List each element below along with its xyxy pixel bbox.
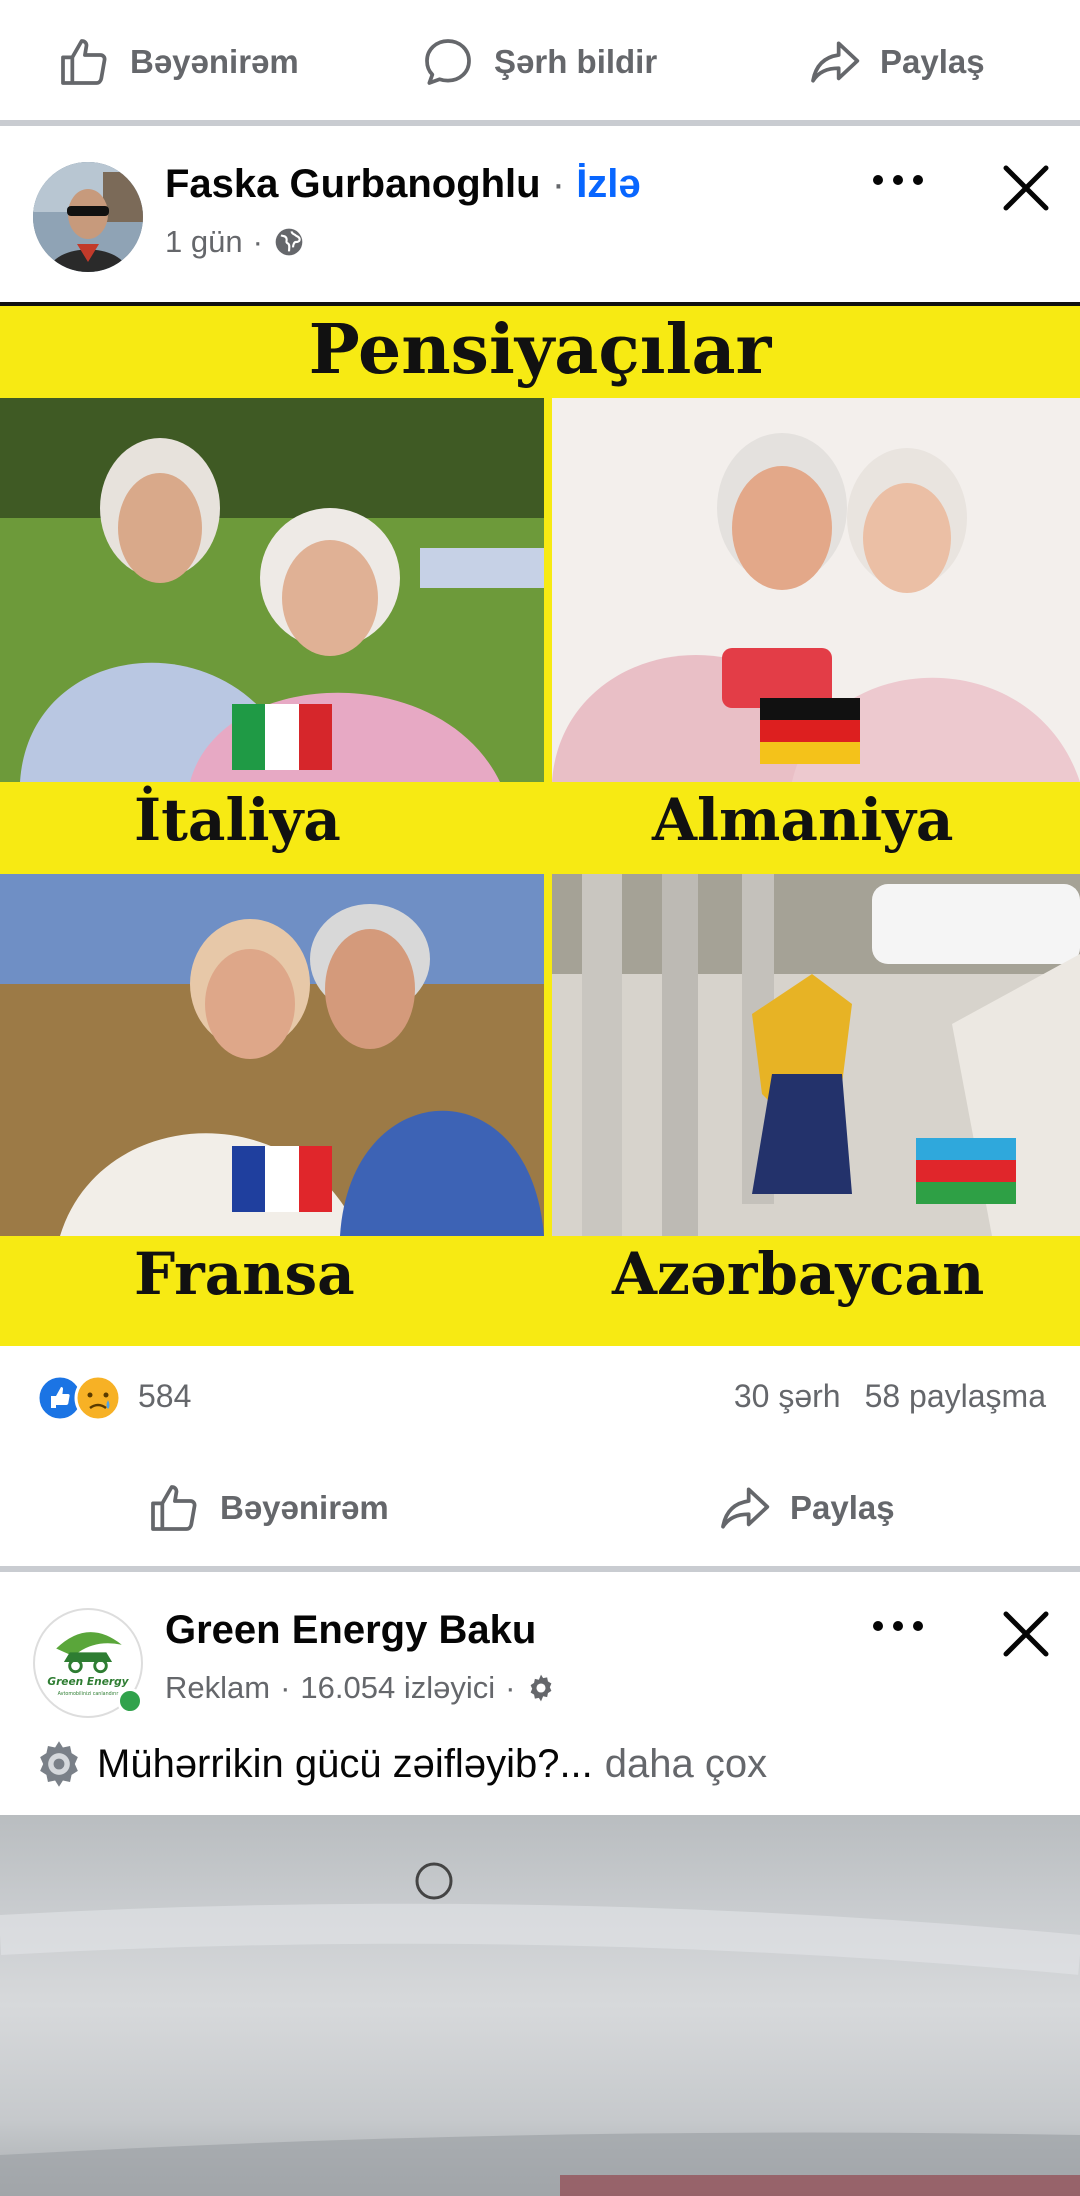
comment-button[interactable]: Şərh bildir (420, 34, 657, 90)
france-flag-icon (232, 1146, 332, 1212)
country-label-italy: İtaliya (134, 786, 341, 854)
thumbs-up-icon (151, 1485, 197, 1531)
avatar-photo (33, 162, 143, 272)
share-button[interactable]: Paylaş (806, 34, 985, 90)
country-label-france: Fransa (134, 1240, 355, 1308)
country-label-azerbaijan: Azərbaycan (612, 1240, 985, 1308)
azerbaijan-flag-icon (916, 1138, 1016, 1204)
post-author-line: Faska Gurbanoghlu · İzlə (165, 162, 641, 207)
comment-label: Şərh bildir (494, 43, 658, 80)
follow-button[interactable]: İzlə (576, 162, 640, 206)
share-icon (811, 41, 860, 83)
post-share-button[interactable]: Paylaş (716, 1480, 895, 1536)
meta-separator: · (505, 1670, 516, 1705)
followers-count: 16.054 izləyici (300, 1670, 496, 1705)
ad-text-content: Mühərrikin gücü zəifləyib?... (97, 1741, 593, 1786)
online-status-badge (117, 1688, 143, 1714)
post-like-button[interactable]: Bəyənirəm (146, 1480, 389, 1536)
reactions-row: 584 30 şərh 58 paylaşma (0, 1370, 1080, 1426)
post-time[interactable]: 1 gün (165, 224, 243, 260)
ad-author-name[interactable]: Green Energy Baku (165, 1608, 536, 1653)
car-surface-image (0, 1862, 1080, 2196)
country-label-germany: Almaniya (652, 786, 954, 854)
thumbs-up-icon (61, 39, 107, 85)
see-more-link[interactable]: daha çox (605, 1742, 767, 1787)
share-icon (721, 1487, 770, 1529)
close-icon[interactable] (998, 1606, 1054, 1662)
gear-icon (531, 1674, 552, 1702)
shares-count[interactable]: 58 paylaşma (865, 1378, 1046, 1415)
post-meta: 1 gün · (165, 224, 305, 260)
post-stats: 30 şərh 58 paylaşma (734, 1378, 1046, 1415)
ad-video[interactable] (0, 1815, 1080, 2196)
share-label: Paylaş (880, 43, 985, 80)
gear-emoji-icon (40, 1741, 78, 1787)
germany-flag-icon (760, 698, 860, 764)
meta-separator: · (280, 1670, 291, 1705)
like-label: Bəyənirəm (130, 43, 299, 80)
more-options-icon[interactable] (866, 1606, 930, 1646)
author-avatar[interactable] (33, 162, 143, 272)
meta-separator: · (252, 224, 263, 259)
post-share-label: Paylaş (790, 1489, 895, 1526)
author-name[interactable]: Faska Gurbanoghlu (165, 162, 541, 206)
post-divider (0, 1566, 1080, 1572)
post-like-label: Bəyənirəm (220, 1489, 389, 1526)
more-options-icon[interactable] (866, 160, 930, 200)
globe-icon (275, 228, 303, 256)
separator: · (551, 162, 566, 206)
ad-post-header: Green Energy Avtomobilinizi canlandırır … (0, 1596, 1080, 1756)
ad-post-text: Mühərrikin gücü zəifləyib?... daha çox (33, 1738, 767, 1790)
like-button[interactable]: Bəyənirəm (56, 34, 299, 90)
comments-count[interactable]: 30 şərh (734, 1378, 841, 1415)
post-actions: Bəyənirəm Paylaş (0, 1466, 1080, 1550)
sponsored-label[interactable]: Reklam (165, 1670, 270, 1706)
logo-subtext: Avtomobilinizi canlandırır (58, 1691, 119, 1697)
logo-text: Green Energy (47, 1676, 129, 1688)
reaction-count[interactable]: 584 (138, 1378, 191, 1415)
post-header: Faska Gurbanoghlu · İzlə 1 gün · (0, 150, 1080, 310)
ad-avatar[interactable]: Green Energy Avtomobilinizi canlandırır (33, 1608, 143, 1718)
ad-meta: Reklam · 16.054 izləyici · (165, 1670, 557, 1706)
post-image[interactable]: Pensiyaçılar İtaliya Almaniya Fransa Azə… (0, 302, 1080, 1346)
post-divider (0, 120, 1080, 126)
previous-post-actions: Bəyənirəm Şərh bildir Paylaş (0, 20, 1080, 104)
reaction-icons[interactable] (36, 1374, 132, 1422)
comment-icon (425, 39, 471, 85)
meme-title: Pensiyaçılar (308, 310, 772, 390)
italy-flag-icon (232, 704, 332, 770)
close-icon[interactable] (998, 160, 1054, 216)
